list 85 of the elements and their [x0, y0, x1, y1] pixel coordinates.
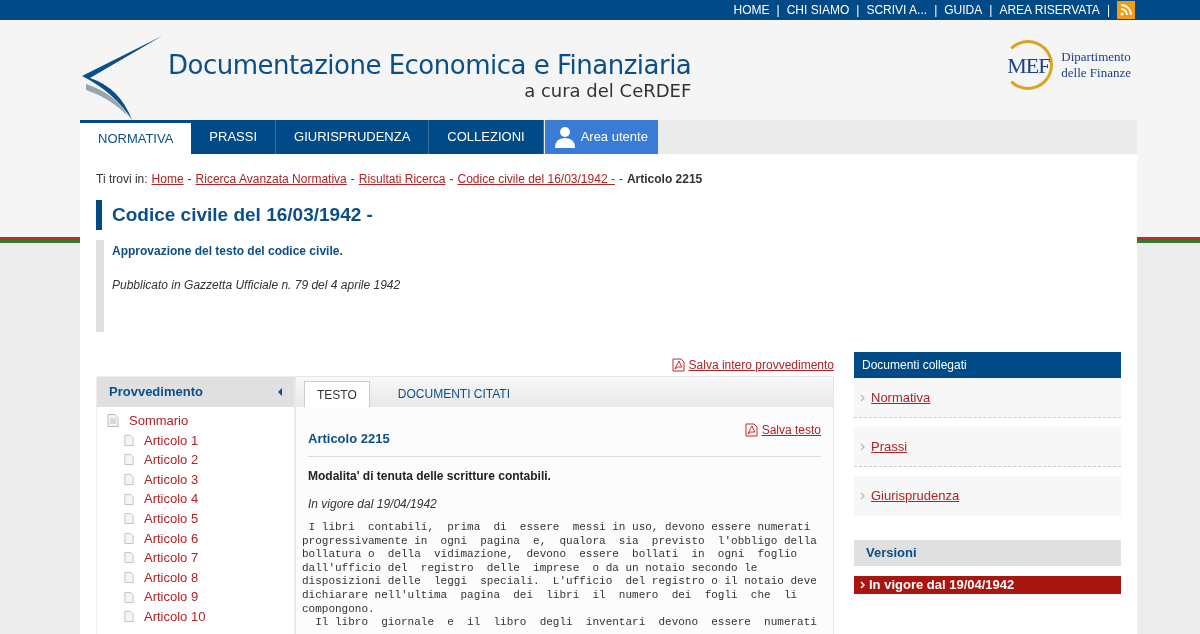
nav-tab[interactable]: GIURISPRUDENZA: [276, 120, 430, 154]
text-line: compongono.: [302, 602, 376, 617]
content-tab[interactable]: TESTO: [304, 381, 370, 407]
text-line: dall'ufficio del registro delle imprese o da un notaio secondo le: [302, 561, 759, 576]
separator-text: |: [775, 2, 781, 19]
nav-tab[interactable]: PRASSI: [191, 120, 277, 154]
panel-header: Documenti collegati: [854, 352, 1121, 378]
sidebar-title: Provvedimento: [109, 383, 203, 402]
tree-item[interactable]: Articolo 5: [107, 508, 294, 529]
tree-item[interactable]: Articolo 8: [107, 567, 294, 588]
collapse-icon[interactable]: [278, 388, 282, 396]
separator-text: |: [1105, 2, 1111, 19]
text-line: bollatura o della vidimazione, devono essere bollati in ogni foglio: [302, 548, 799, 562]
chevron-icon: [860, 442, 865, 451]
summary-heading: Approvazione del testo del codice civile.: [112, 243, 344, 260]
in-force-date: In vigore dal 19/04/1942: [308, 496, 438, 513]
text-line: dichiarare nell'ultima pagina dei libri il numero dei fogli che li: [302, 588, 799, 603]
related-link[interactable]: Giurisprudenza: [871, 486, 960, 506]
nav-tab[interactable]: COLLEZIONI: [429, 120, 544, 154]
text-line: disposizioni delle leggi speciali. L'ufficio del registro o il notaio deve: [302, 575, 818, 589]
document-icon: [124, 512, 134, 526]
top-link[interactable]: SCRIVI A...: [860, 1, 934, 19]
top-link[interactable]: GUIDA: [938, 1, 989, 19]
breadcrumb-link[interactable]: Ricerca Avanzata Normativa: [195, 170, 347, 188]
document-icon: [124, 590, 134, 604]
document-icon: [124, 571, 134, 585]
version-item[interactable]: In vigore dal 19/04/1942: [854, 576, 1121, 594]
user-area-tab[interactable]: Area utente: [544, 120, 658, 154]
user-icon: [554, 126, 575, 148]
tree-item[interactable]: Articolo 6: [107, 528, 294, 549]
document-icon: [124, 551, 134, 565]
save-all-link[interactable]: Salva intero provvedimento: [671, 356, 834, 374]
top-link[interactable]: HOME: [727, 1, 776, 19]
page-title: Codice civile del 16/03/1942 -: [112, 202, 373, 227]
breadcrumb-link[interactable]: Risultati Ricerca: [358, 170, 446, 188]
content-tab[interactable]: DOCUMENTI CITATI: [379, 381, 528, 407]
breadcrumb-separator: -: [187, 171, 192, 188]
article-title: Articolo 2215: [308, 430, 390, 448]
pdf-icon: [671, 358, 685, 372]
text-line: I libri contabili, prima di essere messi in uso, devono essere numerati: [307, 521, 812, 535]
breadcrumb-link[interactable]: Home: [151, 170, 184, 188]
text-line: Il libro giornale e il libro degli inventari devono essere numerati: [314, 616, 818, 630]
tree-item[interactable]: Articolo 7: [107, 548, 294, 568]
separator-text: |: [988, 2, 994, 19]
department-text: delle Finanze: [1061, 65, 1131, 81]
top-link[interactable]: CHI SIAMO: [780, 1, 856, 19]
tree-item[interactable]: Sommario: [107, 411, 294, 431]
department-text: Dipartimento: [1061, 49, 1131, 65]
panel-header: Versioni: [854, 540, 1121, 566]
breadcrumb-current: Articolo 2215: [626, 171, 703, 188]
tree-item[interactable]: Articolo 4: [107, 489, 294, 509]
document-icon: [124, 433, 134, 447]
breadcrumb-separator: -: [350, 171, 355, 188]
chevron-icon: [860, 393, 865, 402]
separator-text: |: [933, 2, 939, 19]
related-link[interactable]: Prassi: [871, 436, 908, 457]
breadcrumb-separator: -: [618, 171, 623, 188]
pdf-icon: [744, 423, 758, 437]
tree-item[interactable]: Articolo 3: [107, 469, 294, 490]
site-title: Documentazione Economica e Finanziaria: [168, 50, 692, 80]
document-icon: [124, 610, 134, 624]
document-icon: [124, 473, 134, 487]
breadcrumb-label: Ti trovi in:: [96, 171, 148, 188]
document-icon: [124, 453, 134, 467]
save-text-link[interactable]: Salva testo: [744, 421, 821, 439]
breadcrumb-separator: -: [449, 171, 454, 188]
text-line: progressivamente in ogni pagina e, qualora sia previsto l'obbligo della: [302, 534, 818, 549]
document-icon: [124, 492, 134, 506]
publication-note: Pubblicato in Gazzetta Ufficiale n. 79 del 4 aprile 1942: [112, 277, 401, 294]
separator-text: |: [855, 2, 861, 19]
article-heading: Modalita' di tenuta delle scritture contabili.: [308, 468, 552, 485]
top-link[interactable]: AREA RISERVATA: [993, 1, 1106, 19]
chevron-icon: [860, 581, 865, 589]
tree-item[interactable]: Articolo 1: [107, 430, 294, 451]
tree-item[interactable]: Articolo 10: [107, 606, 294, 627]
tree-item[interactable]: Articolo 2: [107, 450, 294, 470]
accent-bar: [96, 200, 102, 230]
related-link[interactable]: Normativa: [871, 387, 931, 408]
breadcrumb-link[interactable]: Codice civile del 16/03/1942 -: [457, 170, 615, 188]
document-icon: [107, 414, 119, 428]
site-subtitle: a cura del CeRDEF: [524, 80, 692, 102]
chevron-icon: [860, 492, 865, 500]
document-icon: [124, 531, 134, 545]
tree-item[interactable]: Articolo 9: [107, 587, 294, 607]
nav-tab[interactable]: NORMATIVA: [80, 120, 192, 154]
